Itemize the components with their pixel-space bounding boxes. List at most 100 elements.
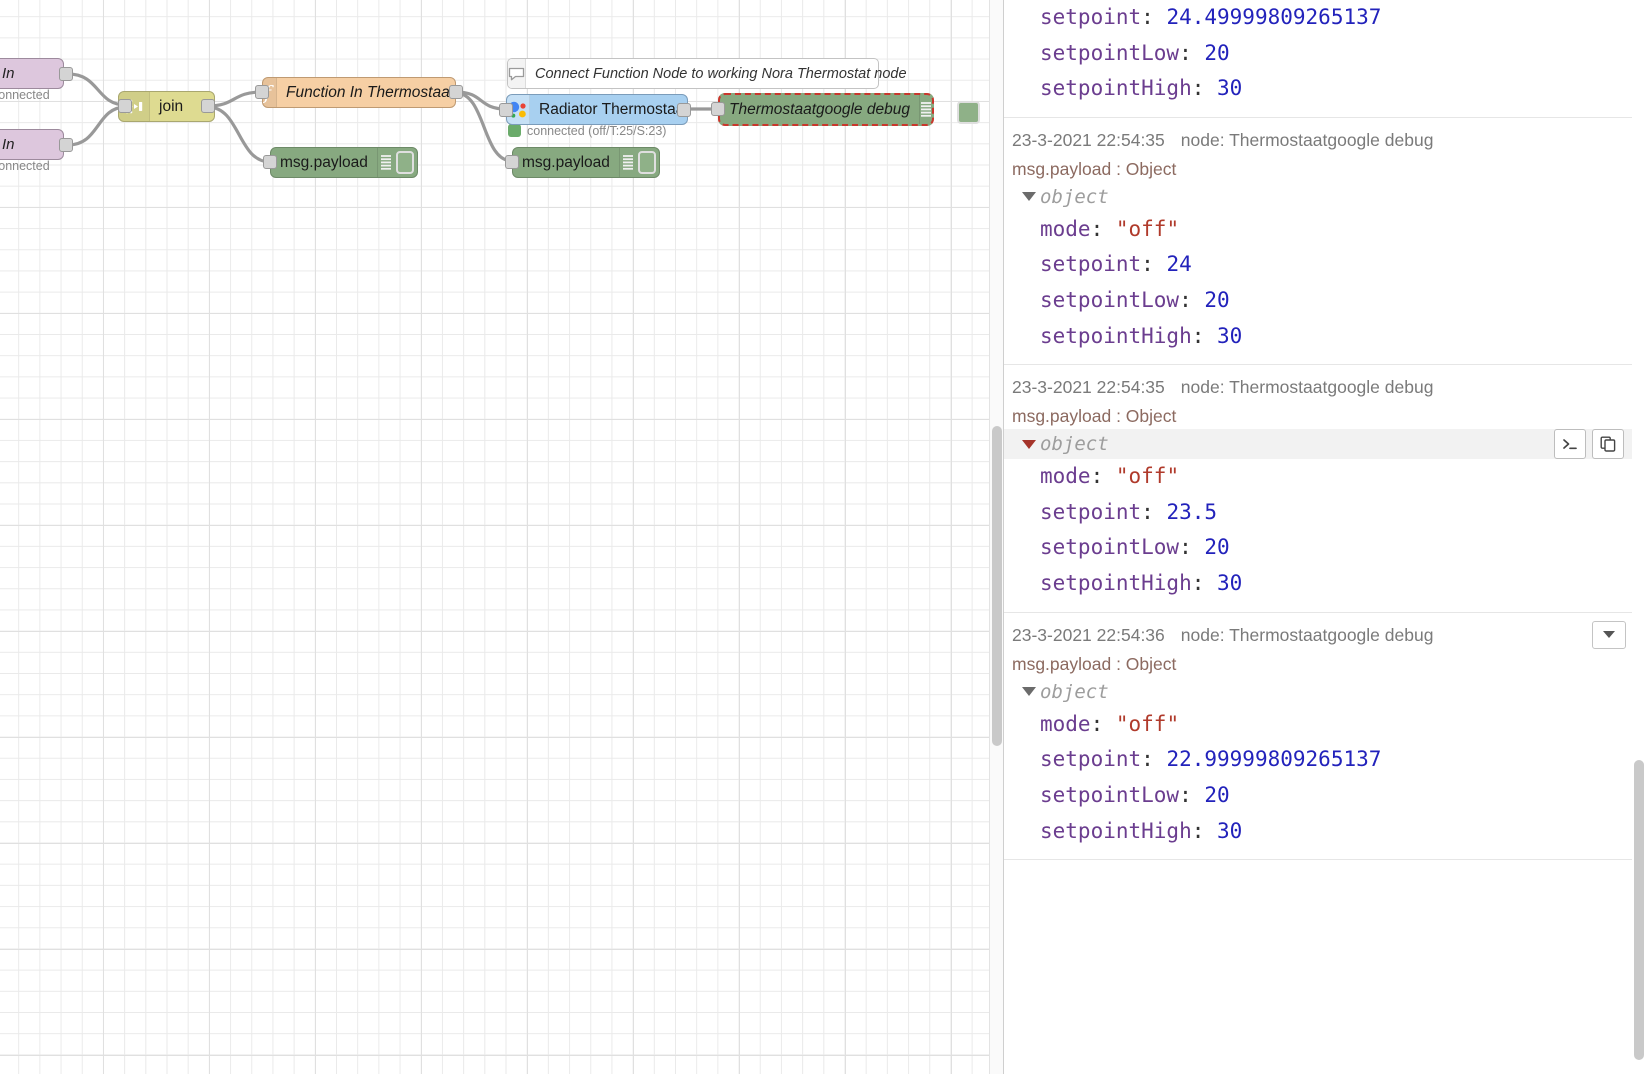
debug-field: setpoint: 24.49999809265137 bbox=[1040, 5, 1382, 29]
node-function-label: Function In Thermostaat bbox=[286, 83, 454, 101]
node-in-2-label: In bbox=[2, 136, 15, 153]
node-comment[interactable]: Connect Function Node to working Nora Th… bbox=[507, 58, 907, 89]
debug-message-list[interactable]: setpoint: 24.49999809265137 setpointLow:… bbox=[1004, 0, 1632, 1074]
field-value: 24 bbox=[1166, 252, 1192, 277]
debug-source-node[interactable]: node: Thermostaatgoogle debug bbox=[1181, 130, 1434, 151]
node-comment-label: Connect Function Node to working Nora Th… bbox=[535, 65, 907, 82]
caret-down-icon[interactable] bbox=[1022, 687, 1036, 697]
debug-field: setpoint: 23.5 bbox=[1040, 499, 1218, 524]
debug-field: setpointLow: 20 bbox=[1040, 535, 1230, 560]
caret-down-icon[interactable] bbox=[1022, 192, 1036, 202]
node-debug-msg-payload-1[interactable]: msg.payload bbox=[270, 147, 418, 178]
node-debug-2-input-port[interactable] bbox=[505, 155, 519, 169]
debug-message-menu-button[interactable] bbox=[1592, 620, 1626, 649]
field-value: 24.49999809265137 bbox=[1166, 5, 1382, 29]
node-debug-msg-payload-2[interactable]: msg.payload bbox=[512, 147, 660, 178]
canvas-grid bbox=[0, 0, 1003, 1074]
node-join-output-port[interactable] bbox=[201, 99, 215, 113]
field-key: setpoint bbox=[1040, 499, 1142, 524]
node-debug-2-label: msg.payload bbox=[522, 153, 610, 171]
node-debug-1-input-port[interactable] bbox=[263, 155, 277, 169]
node-debug-3-label: Thermostaatgoogle debug bbox=[729, 100, 910, 118]
open-in-console-button[interactable] bbox=[1554, 429, 1586, 460]
debug-lines-icon bbox=[376, 148, 395, 177]
field-key: setpointHigh bbox=[1040, 323, 1192, 348]
debug-1-enable-toggle[interactable] bbox=[395, 151, 414, 174]
debug-message[interactable]: setpoint: 24.49999809265137 setpointLow:… bbox=[1004, 0, 1632, 118]
debug-field: setpointHigh: 30 bbox=[1040, 76, 1243, 101]
debug-object-label: object bbox=[1040, 680, 1109, 703]
node-in-2[interactable]: In bbox=[0, 129, 64, 160]
debug-2-enable-toggle[interactable] bbox=[637, 151, 656, 174]
flow-canvas[interactable]: In connected In connected bbox=[0, 0, 1003, 1074]
field-value: 20 bbox=[1204, 288, 1230, 313]
node-radiator-thermostaat[interactable]: Radiator Thermostaat bbox=[506, 94, 689, 125]
debug-timestamp: 23-3-2021 22:54:35 bbox=[1012, 377, 1165, 398]
debug-message[interactable]: 23-3-2021 22:54:35 node: Thermostaatgoog… bbox=[1004, 365, 1632, 613]
debug-3-enable-toggle[interactable] bbox=[957, 101, 980, 124]
node-function-in-thermostaat[interactable]: f Function In Thermostaat bbox=[262, 77, 456, 108]
caret-down-icon[interactable] bbox=[1022, 439, 1036, 449]
node-in-1-status: connected bbox=[0, 88, 50, 102]
debug-sidebar: setpoint: 24.49999809265137 setpointLow:… bbox=[1003, 0, 1646, 1074]
debug-field: setpointHigh: 30 bbox=[1040, 323, 1243, 348]
node-in-1-output-port[interactable] bbox=[59, 67, 73, 81]
field-value: "off" bbox=[1115, 464, 1180, 489]
field-value: 30 bbox=[1217, 76, 1243, 101]
debug-topic: msg.payload : Object bbox=[1012, 158, 1177, 179]
node-red-editor: In connected In connected bbox=[0, 0, 1646, 1074]
debug-object-toggle[interactable]: object bbox=[1004, 429, 1632, 460]
node-join-input-port[interactable] bbox=[118, 99, 132, 113]
field-value: "off" bbox=[1115, 216, 1180, 241]
debug-message[interactable]: 23-3-2021 22:54:36 node: Thermostaatgoog… bbox=[1004, 613, 1632, 861]
field-value: 20 bbox=[1204, 535, 1230, 560]
debug-message-header: 23-3-2021 22:54:35 node: Thermostaatgoog… bbox=[1004, 365, 1632, 400]
debug-field: mode: "off" bbox=[1040, 216, 1180, 241]
debug-timestamp: 23-3-2021 22:54:36 bbox=[1012, 624, 1165, 645]
node-join-label: join bbox=[159, 97, 184, 115]
debug-object-toggle[interactable]: object bbox=[1004, 677, 1632, 707]
debug-object-label: object bbox=[1040, 185, 1109, 208]
debug-message[interactable]: 23-3-2021 22:54:35 node: Thermostaatgoog… bbox=[1004, 118, 1632, 366]
field-key: setpointHigh bbox=[1040, 76, 1192, 101]
node-debug-3-input-port[interactable] bbox=[711, 102, 725, 116]
field-value: 30 bbox=[1217, 323, 1243, 348]
debug-timestamp: 23-3-2021 22:54:35 bbox=[1012, 129, 1165, 150]
field-key: setpointHigh bbox=[1040, 571, 1192, 596]
node-function-output-port[interactable] bbox=[449, 85, 463, 99]
debug-field: mode: "off" bbox=[1040, 464, 1180, 489]
node-radiator-output-port[interactable] bbox=[677, 103, 691, 117]
debug-source-node[interactable]: node: Thermostaatgoogle debug bbox=[1181, 377, 1434, 398]
canvas-scrollbar-thumb[interactable] bbox=[992, 426, 1002, 746]
debug-scrollbar-thumb[interactable] bbox=[1634, 760, 1644, 1060]
debug-topic: msg.payload : Object bbox=[1012, 653, 1177, 674]
copy-value-button[interactable] bbox=[1592, 429, 1624, 460]
debug-field: setpoint: 22.99999809265137 bbox=[1040, 747, 1382, 772]
debug-object-toggle[interactable]: object bbox=[1004, 182, 1632, 212]
node-in-2-status: connected bbox=[0, 159, 50, 173]
node-radiator-status: connected (off/T:25/S:23) bbox=[508, 124, 666, 138]
debug-field: setpointLow: 20 bbox=[1040, 288, 1230, 313]
node-in-1[interactable]: In bbox=[0, 58, 64, 89]
field-key: setpoint bbox=[1040, 747, 1142, 772]
debug-field: setpointHigh: 30 bbox=[1040, 571, 1243, 596]
debug-topic: msg.payload : Object bbox=[1012, 406, 1177, 427]
debug-source-node[interactable]: node: Thermostaatgoogle debug bbox=[1181, 625, 1434, 646]
debug-field: setpointHigh: 30 bbox=[1040, 818, 1243, 843]
field-value: 30 bbox=[1217, 818, 1243, 843]
debug-field: mode: "off" bbox=[1040, 711, 1180, 736]
field-key: setpoint bbox=[1040, 252, 1142, 277]
debug-message-header: 23-3-2021 22:54:35 node: Thermostaatgoog… bbox=[1004, 118, 1632, 153]
debug-vertical-scrollbar[interactable] bbox=[1632, 0, 1646, 1074]
node-function-input-port[interactable] bbox=[255, 85, 269, 99]
field-value: "off" bbox=[1115, 711, 1180, 736]
canvas-vertical-scrollbar[interactable] bbox=[989, 0, 1003, 1074]
field-key: mode bbox=[1040, 216, 1091, 241]
field-key: setpointLow bbox=[1040, 288, 1180, 313]
field-key: setpointLow bbox=[1040, 40, 1180, 65]
node-thermostaatgoogle-debug[interactable]: Thermostaatgoogle debug bbox=[718, 93, 934, 126]
debug-lines-icon-3 bbox=[918, 95, 932, 124]
node-radiator-input-port[interactable] bbox=[499, 103, 513, 117]
node-in-2-output-port[interactable] bbox=[59, 138, 73, 152]
node-radiator-status-text: connected (off/T:25/S:23) bbox=[527, 124, 667, 138]
